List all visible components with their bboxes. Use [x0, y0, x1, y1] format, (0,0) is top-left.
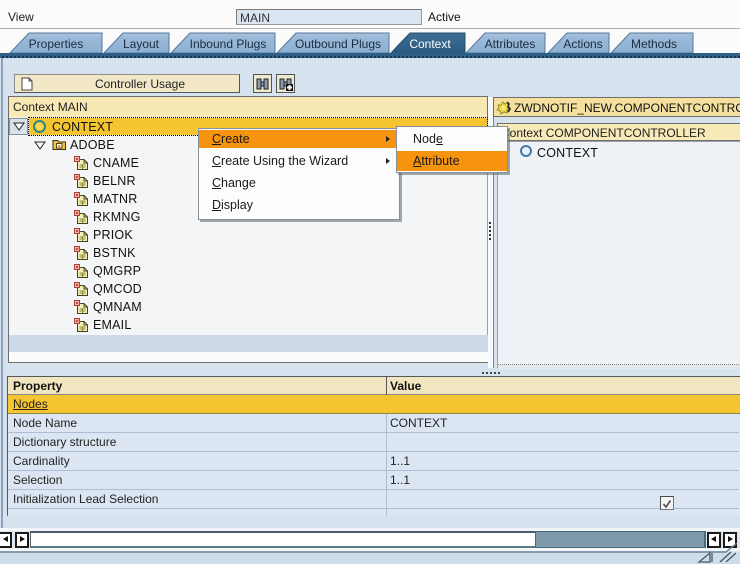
- svg-text:Inbound Plugs: Inbound Plugs: [190, 37, 267, 51]
- svg-text:Methods: Methods: [631, 37, 677, 51]
- svg-text:Layout: Layout: [123, 37, 160, 51]
- svg-text:Outbound Plugs: Outbound Plugs: [295, 37, 381, 51]
- svg-text:Actions: Actions: [563, 37, 602, 51]
- svg-text:Properties: Properties: [29, 37, 84, 51]
- svg-text:Context: Context: [409, 37, 451, 51]
- svg-text:Attributes: Attributes: [485, 37, 536, 51]
